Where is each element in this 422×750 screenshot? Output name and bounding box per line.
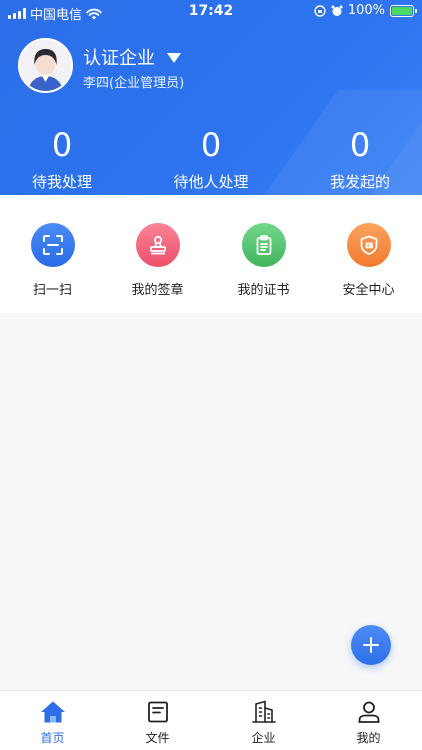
tab-label: 首页 (40, 731, 65, 745)
rotation-lock-icon (314, 4, 326, 17)
my-stamps-button[interactable]: 我的签章 (105, 223, 210, 298)
security-center-button[interactable]: 安全中心 (316, 223, 421, 298)
alarm-icon (331, 5, 343, 16)
my-stamps-label: 我的签章 (131, 283, 184, 298)
stat-initiated[interactable]: 0 我发起的 (290, 125, 422, 192)
tab-label: 文件 (145, 731, 170, 745)
person-icon (356, 699, 382, 725)
shield-icon (346, 223, 391, 267)
add-button[interactable] (351, 625, 391, 665)
certificate-icon (241, 223, 286, 267)
plus-icon (363, 637, 379, 653)
stat-value: 0 (200, 126, 222, 164)
header-banner: 中国电信 17:42 100% 认证企业 李四(企业管理员) 0 待我处理 0 … (0, 0, 422, 195)
tab-label: 我的 (356, 731, 381, 745)
stat-pending-others[interactable]: 0 待他人处理 (141, 125, 281, 192)
status-bar: 中国电信 17:42 100% (0, 0, 422, 23)
security-center-label: 安全中心 (342, 283, 395, 298)
battery-percent: 100% (347, 3, 385, 18)
home-screen: 中国电信 17:42 100% 认证企业 李四(企业管理员) 0 待我处理 0 … (0, 0, 422, 750)
avatar[interactable] (18, 38, 73, 93)
tab-label: 企业 (251, 731, 276, 745)
scan-button[interactable]: 扫一扫 (0, 223, 105, 298)
tab-files[interactable]: 文件 (105, 699, 210, 746)
stat-value: 0 (51, 126, 73, 164)
my-certificates-label: 我的证书 (237, 283, 290, 298)
stat-pending-me[interactable]: 0 待我处理 (0, 125, 132, 192)
my-certificates-button[interactable]: 我的证书 (211, 223, 316, 298)
tab-enterprise[interactable]: 企业 (211, 699, 316, 746)
dropdown-triangle-icon (167, 53, 181, 63)
user-role: 李四(企业管理员) (83, 76, 185, 91)
stat-label: 我发起的 (329, 173, 390, 191)
home-icon (40, 699, 66, 725)
stat-label: 待我处理 (31, 173, 92, 191)
tab-home[interactable]: 首页 (0, 699, 105, 746)
tab-mine[interactable]: 我的 (316, 699, 421, 746)
file-icon (145, 699, 171, 725)
stat-value: 0 (349, 126, 371, 164)
stamp-icon (135, 223, 180, 267)
bottom-tab-bar: 首页 文件 企业 我的 (0, 690, 422, 750)
company-switcher[interactable]: 认证企业 (83, 44, 181, 70)
quick-actions-panel: 扫一扫 我的签章 我的证书 安全中心 (0, 195, 422, 313)
scan-icon (30, 223, 75, 267)
scan-label: 扫一扫 (32, 283, 72, 298)
battery-icon (390, 4, 417, 17)
building-icon (251, 699, 277, 725)
user-avatar-icon (20, 40, 71, 91)
company-name: 认证企业 (83, 48, 155, 69)
stat-label: 待他人处理 (173, 173, 249, 191)
